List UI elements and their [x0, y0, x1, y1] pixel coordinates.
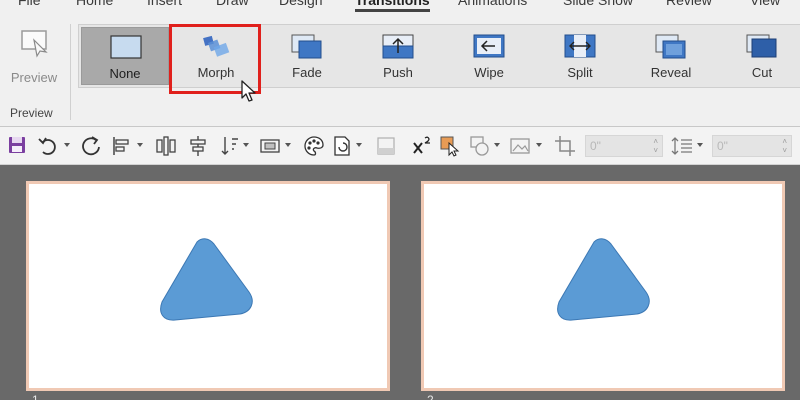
undo-button[interactable] — [36, 134, 60, 158]
sort-button[interactable] — [218, 134, 242, 158]
save-button[interactable] — [6, 134, 30, 158]
line-spacing-icon — [671, 137, 692, 155]
transition-push[interactable]: Push — [354, 27, 442, 85]
ribbon-tab-bar: File Home Insert Draw Design Transitions… — [0, 0, 800, 18]
distribute-horizontal-button[interactable] — [154, 134, 178, 158]
transition-none-label: None — [109, 66, 141, 81]
sort-dropdown-icon[interactable] — [243, 143, 249, 147]
preview-group: Preview Preview — [0, 18, 70, 127]
tab-transitions[interactable]: Transitions — [355, 0, 430, 12]
wipe-transition-icon — [473, 34, 505, 58]
shape-height-spinner[interactable]: 0" ˄ ˅ — [712, 135, 792, 157]
mouse-cursor-icon — [241, 80, 256, 102]
slide-sorter: 1 2 — [0, 165, 800, 400]
transition-cut-label: Cut — [751, 65, 773, 80]
preview-button-label: Preview — [10, 70, 58, 85]
transition-push-label: Push — [383, 65, 413, 80]
tab-design[interactable]: Design — [279, 0, 323, 8]
redo-button[interactable] — [80, 134, 104, 158]
shapes-button[interactable] — [468, 134, 492, 158]
transition-none[interactable]: None — [81, 27, 169, 85]
split-transition-icon — [564, 34, 596, 58]
picture-icon — [510, 138, 530, 154]
palette-icon — [304, 136, 324, 156]
undo-icon — [38, 137, 56, 155]
tab-review[interactable]: Review — [666, 0, 712, 8]
transition-wipe[interactable]: Wipe — [445, 27, 533, 85]
slide-number-2: 2 — [427, 393, 434, 400]
shapes-icon — [470, 136, 489, 156]
slide-canvas — [424, 184, 782, 388]
sort-icon — [221, 137, 238, 155]
preview-group-label: Preview — [10, 106, 53, 120]
group-separator — [70, 24, 71, 120]
shape-height-value: 0" — [717, 139, 728, 153]
crop-button[interactable] — [553, 134, 577, 158]
transition-reveal-label: Reveal — [650, 65, 692, 80]
align-center-button[interactable] — [186, 134, 210, 158]
select-objects-icon — [440, 136, 460, 157]
superscript-icon — [413, 136, 430, 154]
tab-view[interactable]: View — [750, 0, 780, 8]
shape-width-value: 0" — [590, 139, 601, 153]
slide-number-1: 1 — [32, 393, 39, 400]
transition-wipe-label: Wipe — [474, 65, 504, 80]
theme-colors-button[interactable] — [302, 134, 326, 158]
transition-split[interactable]: Split — [536, 27, 624, 85]
reveal-transition-icon — [655, 34, 686, 59]
transition-split-label: Split — [567, 65, 593, 80]
fade-transition-icon — [291, 34, 322, 59]
tab-animations[interactable]: Animations — [458, 0, 527, 8]
save-icon — [9, 137, 25, 153]
picture-dropdown-icon[interactable] — [536, 143, 542, 147]
align-button[interactable] — [110, 134, 134, 158]
spinner-arrows-icon[interactable]: ˄ ˅ — [782, 137, 787, 155]
save-as-picture-button[interactable] — [374, 134, 398, 158]
select-objects-button[interactable] — [438, 134, 462, 158]
transition-fade[interactable]: Fade — [263, 27, 351, 85]
shapes-dropdown-icon[interactable] — [494, 143, 500, 147]
transition-fade-label: Fade — [292, 65, 322, 80]
undo-dropdown-icon[interactable] — [64, 143, 70, 147]
preview-icon — [21, 30, 48, 58]
reset-button[interactable] — [330, 134, 354, 158]
redo-icon — [82, 136, 100, 156]
none-transition-icon — [110, 35, 142, 59]
group-objects-icon — [260, 139, 280, 153]
preview-button[interactable]: Preview — [6, 24, 62, 90]
align-center-icon — [190, 136, 206, 156]
spinner-arrows-icon[interactable]: ˄ ˅ — [653, 137, 658, 155]
group-dropdown-icon[interactable] — [285, 143, 291, 147]
align-dropdown-icon[interactable] — [137, 143, 143, 147]
rounded-triangle-shape — [557, 238, 650, 321]
superscript-button[interactable] — [410, 134, 434, 158]
crop-icon — [555, 136, 575, 156]
shape-width-spinner[interactable]: 0" ˄ ˅ — [585, 135, 663, 157]
png-picture-icon — [377, 137, 395, 155]
tab-file[interactable]: File — [18, 0, 41, 8]
line-spacing-button[interactable] — [670, 134, 694, 158]
rounded-triangle-shape — [160, 238, 253, 321]
cut-transition-icon — [746, 34, 777, 58]
transition-reveal[interactable]: Reveal — [627, 27, 715, 85]
reset-dropdown-icon[interactable] — [356, 143, 362, 147]
tab-slide-show[interactable]: Slide Show — [563, 0, 633, 8]
slide-canvas — [29, 184, 387, 388]
distribute-horizontal-icon — [156, 136, 176, 156]
line-spacing-dropdown-icon[interactable] — [697, 143, 703, 147]
slide-thumbnail-2[interactable] — [421, 181, 785, 391]
push-transition-icon — [382, 34, 414, 59]
group-button[interactable] — [258, 134, 282, 158]
tab-draw[interactable]: Draw — [216, 0, 249, 8]
tab-home[interactable]: Home — [76, 0, 113, 8]
ribbon: Preview Preview None Morph Fade Push Wip… — [0, 18, 800, 127]
quick-access-toolbar: 0" ˄ ˅ 0" ˄ ˅ — [0, 127, 800, 165]
reset-slide-icon — [334, 136, 350, 156]
align-left-icon — [113, 137, 129, 155]
slide-thumbnail-1[interactable] — [26, 181, 390, 391]
tab-insert[interactable]: Insert — [147, 0, 182, 8]
transition-cut[interactable]: Cut — [718, 27, 800, 85]
picture-button[interactable] — [508, 134, 532, 158]
